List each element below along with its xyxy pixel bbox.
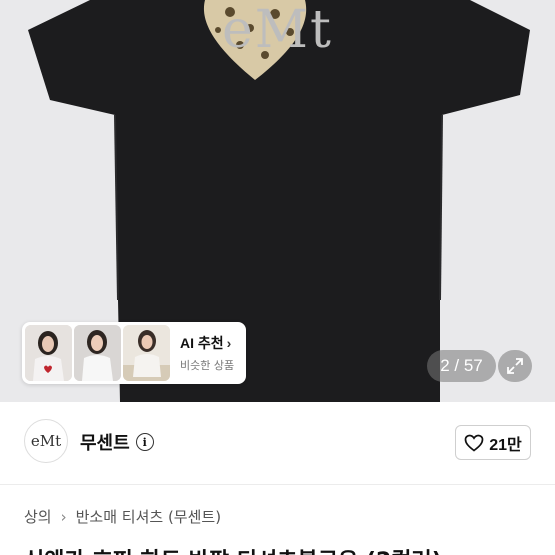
seller-name: 무센트 (80, 433, 130, 454)
like-button[interactable]: 21만 (455, 425, 531, 460)
expand-button[interactable] (498, 350, 532, 382)
section-divider (0, 484, 555, 485)
breadcrumb-item-category[interactable]: 상의 (24, 506, 52, 527)
seller-avatar[interactable]: eMt (24, 419, 68, 463)
recommend-thumb-3[interactable] (123, 325, 170, 381)
chevron-right-icon: › (60, 507, 67, 526)
recommend-thumb-1[interactable] (25, 325, 72, 381)
seller-name-link[interactable]: 무센트 i (80, 429, 154, 455)
shirt-print-text: eMt (222, 0, 333, 60)
info-icon[interactable]: i (135, 433, 154, 451)
expand-icon (507, 358, 523, 374)
like-count: 21만 (489, 436, 522, 454)
product-image-area[interactable]: eMt AI 추천 › 비슷한 상품 2 / 57 (0, 0, 555, 402)
ai-recommend-text[interactable]: AI 추천 › 비슷한 상품 (180, 333, 234, 373)
recommend-thumb-2[interactable] (74, 325, 121, 381)
heart-icon (464, 434, 484, 452)
product-title: 신앤가 호피 하트 반팔 티셔츠블로우 (2컬러) (24, 543, 442, 555)
pager-text: 2 / 57 (440, 356, 483, 375)
seller-row: eMt 무센트 i 21만 (0, 402, 555, 484)
ai-recommend-subtitle: 비슷한 상품 (180, 359, 235, 372)
ai-recommend-card[interactable]: AI 추천 › 비슷한 상품 (22, 322, 246, 384)
chevron-right-icon: › (226, 335, 232, 351)
ai-recommend-title: AI 추천 (180, 335, 224, 351)
image-pager: 2 / 57 (427, 350, 496, 382)
breadcrumb-item-subcategory[interactable]: 반소매 티셔츠 (무센트) (76, 506, 221, 527)
seller-avatar-logo: eMt (30, 432, 62, 450)
breadcrumb: 상의 › 반소매 티셔츠 (무센트) (24, 506, 221, 527)
